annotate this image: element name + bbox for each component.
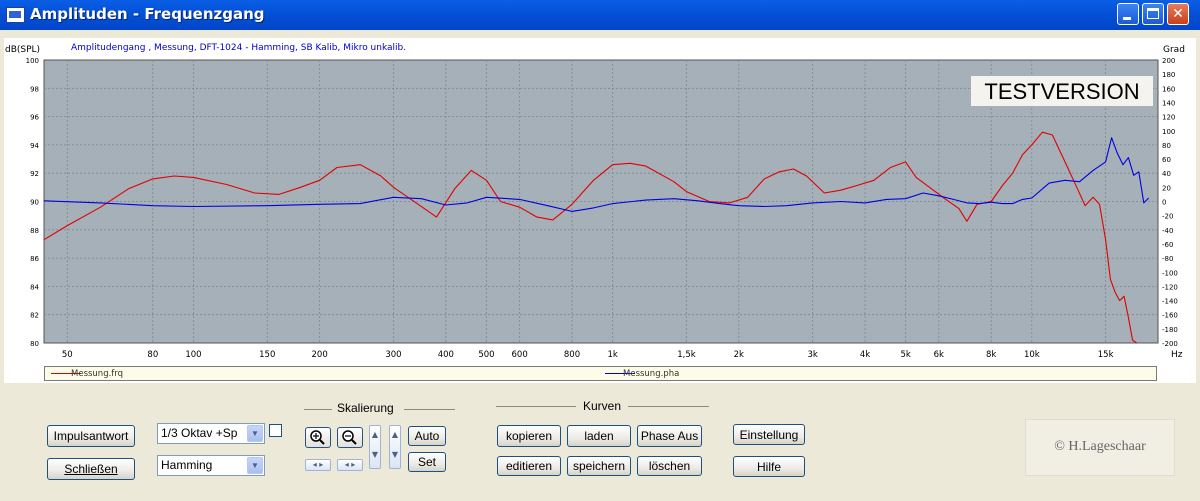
scroll-left-right-button[interactable]: ◂ ▸ [337,459,363,471]
octave-smoothing-value: 1/3 Oktav +Sp [161,426,238,440]
zoom-out-button[interactable] [337,427,363,448]
y-tick-label-right: -20 [1162,213,1173,221]
octave-smoothing-select[interactable]: 1/3 Oktav +Sp ▼ [157,423,265,444]
copy-curve-button[interactable]: kopieren [497,425,561,447]
chevron-down-icon[interactable]: ▼ [247,457,263,474]
window-function-select[interactable]: Hamming ▼ [157,455,265,476]
y-tick-label-right: 100 [1162,128,1175,136]
x-tick-label: 500 [478,350,494,360]
chevron-down-icon[interactable]: ▼ [247,425,263,442]
phase-toggle-button[interactable]: Phase Aus [637,425,702,447]
scaling-group-title: Skalierung [337,401,394,415]
x-tick-label: 1,5k [677,350,696,360]
x-tick-label: 150 [259,350,275,360]
delete-curve-button[interactable]: löschen [637,456,702,476]
x-tick-label: 8k [986,350,996,360]
y-tick-label-right: -200 [1162,340,1178,348]
y-tick-label-left: 100 [26,57,39,65]
x-tick-label: 3k [807,350,817,360]
y-tick-label-right: 200 [1162,57,1175,65]
y-tick-label-right: 80 [1162,142,1171,150]
edit-curve-button[interactable]: editieren [497,456,561,476]
y-tick-label-right: 140 [1162,99,1175,107]
y-tick-label-right: 180 [1162,71,1175,79]
chart-legend: Messung.frq Messung.pha [44,366,1157,381]
y-tick-label-right: -120 [1162,283,1178,291]
y-tick-label-left: 98 [30,85,39,93]
y-tick-label-right: -80 [1162,255,1173,263]
scaling-group-line [304,409,332,410]
y-tick-label-left: 90 [30,199,39,207]
legend-label-frq: Messung.frq [71,369,124,379]
y-tick-label-left: 82 [30,312,39,320]
scale-up-down-button[interactable]: ▲ ▼ [369,425,381,469]
y-tick-label-right: -180 [1162,326,1178,334]
x-tick-label: 1k [607,350,617,360]
set-scale-button[interactable]: Set [408,452,446,472]
x-tick-label: 600 [512,350,528,360]
close-button[interactable]: Schließen [47,458,135,480]
smoothing-checkbox[interactable] [269,424,282,437]
scaling-group-line [404,409,455,410]
x-tick-label: 400 [438,350,454,360]
x-tick-label: 6k [934,350,944,360]
impulse-response-button[interactable]: Impulsantwort [47,425,135,447]
help-button[interactable]: Hilfe [733,456,805,477]
curves-group-line [628,406,709,407]
y-tick-label-right: -160 [1162,312,1178,320]
y-tick-label-right: -40 [1162,227,1173,235]
y-tick-label-left: 88 [30,227,39,235]
x-tick-label: 4k [860,350,870,360]
settings-button[interactable]: Einstellung [733,424,805,445]
window-function-value: Hamming [161,458,213,472]
offset-up-down-button[interactable]: ▲ ▼ [389,425,401,469]
curves-group-title: Kurven [583,399,622,413]
zoom-in-icon [310,430,325,445]
x-tick-label: 5k [900,350,910,360]
x-tick-label: 80 [147,350,158,360]
zoom-in-button[interactable] [305,427,331,448]
copyright-text: © H.Lageschaar [1054,439,1146,454]
y-tick-label-right: 0 [1162,199,1166,207]
watermark-text: TESTVERSION [984,79,1139,104]
load-curve-button[interactable]: laden [567,425,631,447]
x-tick-label: 800 [564,350,580,360]
y-tick-label-left: 96 [30,114,39,122]
y-tick-label-right: -140 [1162,298,1178,306]
x-tick-label: 15k [1098,350,1114,360]
x-axis-label: Hz [1171,350,1183,360]
y-tick-label-right: 120 [1162,114,1175,122]
x-tick-label: 200 [312,350,328,360]
y-tick-label-left: 92 [30,170,39,178]
x-tick-label: 300 [385,350,401,360]
x-tick-label: 10k [1024,350,1040,360]
zoom-out-icon [342,430,357,445]
copyright-box: © H.Lageschaar [1025,419,1175,476]
y-tick-label-right: 20 [1162,184,1171,192]
y-tick-label-right: 160 [1162,85,1175,93]
y-tick-label-left: 84 [30,283,39,291]
legend-label-pha: Messung.pha [623,369,680,379]
scroll-left-right-button[interactable]: ◂ ▸ [305,459,331,471]
y-tick-label-left: 86 [30,255,39,263]
y-tick-label-right: 40 [1162,170,1171,178]
auto-scale-button[interactable]: Auto [408,426,446,446]
x-tick-label: 2k [734,350,744,360]
save-curve-button[interactable]: speichern [567,456,631,476]
y-tick-label-left: 80 [30,340,39,348]
x-tick-label: 50 [62,350,73,360]
curves-group-line [496,406,576,407]
y-tick-label-right: -100 [1162,269,1178,277]
x-tick-label: 100 [185,350,201,360]
y-tick-label-left: 94 [30,142,39,150]
y-tick-label-right: -60 [1162,241,1173,249]
y-tick-label-right: 60 [1162,156,1171,164]
